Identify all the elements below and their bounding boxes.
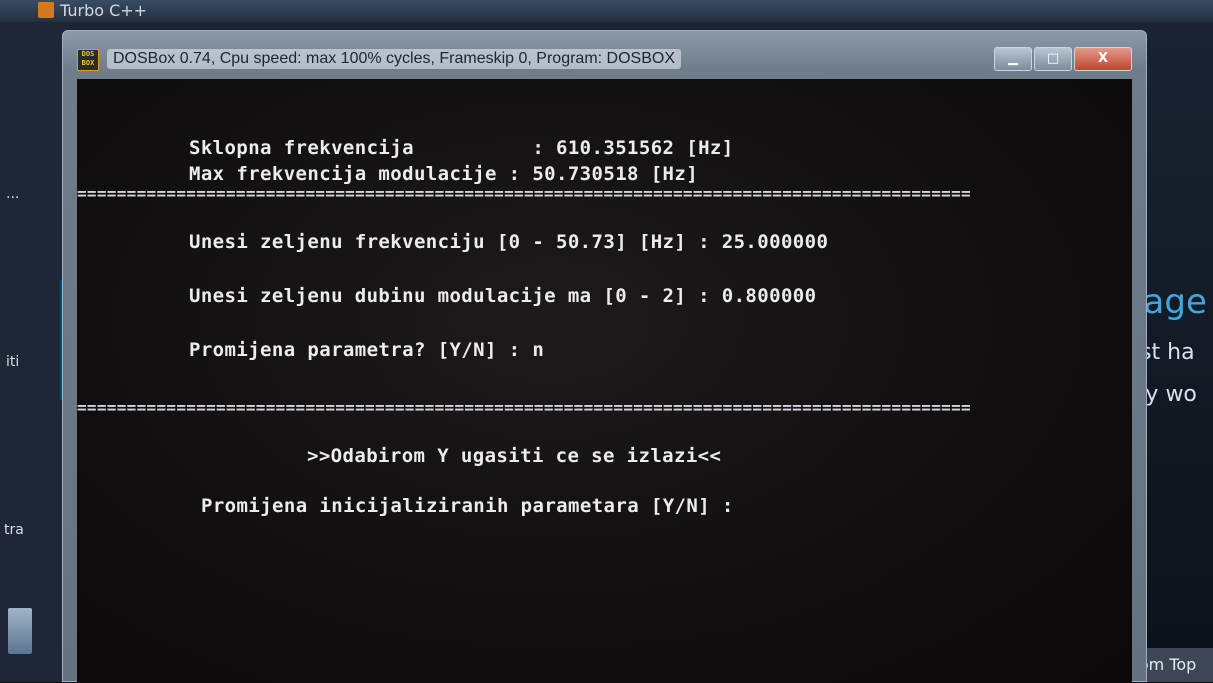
change-initialized-parameters-prompt: Promijena inicijaliziranih parametara [Y… bbox=[201, 495, 734, 517]
switching-frequency-line: Sklopna frekvencija : 610.351562 [Hz] bbox=[189, 137, 734, 159]
max-modulation-frequency-line: Max frekvencija modulacije : 50.730518 [… bbox=[189, 163, 699, 185]
frequency-input-line: Unesi zeljenu frekvenciju [0 - 50.73] [H… bbox=[189, 231, 829, 253]
close-button[interactable]: X bbox=[1074, 47, 1132, 71]
left-panel-text-2: iti bbox=[6, 354, 20, 370]
dosbox-app-icon: DOS BOX bbox=[77, 49, 99, 71]
change-parameter-prompt: Promijena parametra? [Y/N] : n bbox=[189, 339, 545, 361]
left-thumbnail[interactable] bbox=[8, 608, 32, 654]
turbo-cpp-icon bbox=[38, 2, 54, 18]
dosbox-window: DOS BOX DOSBox 0.74, Cpu speed: max 100% … bbox=[62, 30, 1147, 683]
modulation-depth-input-line: Unesi zeljenu dubinu modulacije ma [0 - … bbox=[189, 285, 817, 307]
background-window-title: Turbo C++ bbox=[60, 1, 148, 20]
dos-terminal[interactable]: Sklopna frekvencija : 610.351562 [Hz] Ma… bbox=[77, 79, 1132, 683]
dosbox-titlebar[interactable]: DOS BOX DOSBox 0.74, Cpu speed: max 100% … bbox=[63, 31, 1146, 81]
separator-top: ========================================… bbox=[77, 187, 971, 201]
left-panel-text-1: ... bbox=[6, 186, 20, 202]
minimize-button[interactable]: ▁ bbox=[994, 47, 1032, 71]
exit-hint-line: >>Odabirom Y ugasiti ce se izlazi<< bbox=[307, 445, 722, 467]
window-controls: ▁ □ X bbox=[994, 47, 1132, 71]
separator-bottom: ========================================… bbox=[77, 401, 971, 415]
maximize-button[interactable]: □ bbox=[1034, 47, 1072, 71]
left-panel-text-4: tra bbox=[4, 522, 24, 538]
background-titlebar: Turbo C++ bbox=[0, 0, 1213, 22]
dosbox-window-title: DOSBox 0.74, Cpu speed: max 100% cycles,… bbox=[107, 49, 681, 69]
